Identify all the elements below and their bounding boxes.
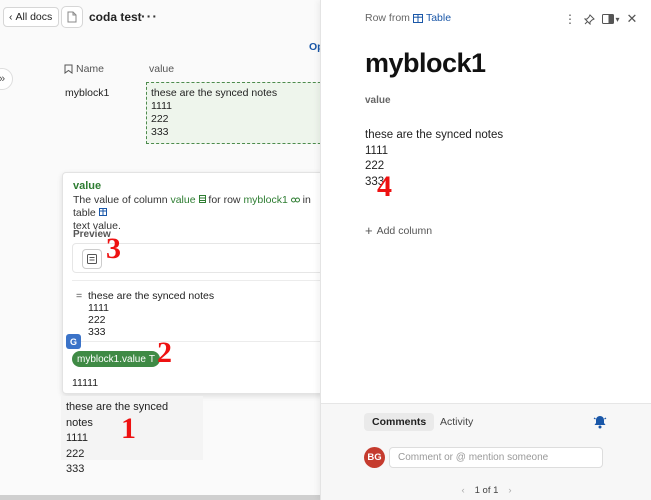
column-header-value[interactable]: value bbox=[149, 63, 174, 75]
all-docs-label: All docs bbox=[15, 11, 53, 23]
popup-description: The value of column value for row mybloc… bbox=[73, 194, 328, 233]
formula-popup: value The value of column value for row … bbox=[62, 172, 332, 394]
annotation-2: 2 bbox=[157, 336, 172, 369]
row-from-label: Row from bbox=[365, 12, 410, 24]
all-docs-button[interactable]: ‹ All docs bbox=[3, 7, 60, 27]
list-item: these are the synced notes bbox=[88, 290, 215, 302]
row-from-breadcrumb: Row from Table bbox=[365, 12, 451, 24]
preview-result-list: = these are the synced notes 1111 222 33… bbox=[72, 280, 332, 342]
table-cell-name[interactable]: myblock1 bbox=[65, 87, 109, 99]
text-preview-icon[interactable] bbox=[82, 249, 102, 269]
table-link[interactable]: Table bbox=[426, 12, 451, 24]
field-label-value: value bbox=[365, 95, 391, 106]
desc-text: The value of column bbox=[73, 194, 171, 206]
doc-title[interactable]: coda test bbox=[89, 10, 142, 24]
chevron-left-icon: ‹ bbox=[9, 11, 13, 23]
text-line: 333 bbox=[66, 463, 85, 475]
annotation-4: 4 bbox=[377, 170, 392, 203]
desc-text: for row bbox=[205, 194, 244, 206]
cell-line: 222 bbox=[151, 113, 169, 125]
more-vertical-icon[interactable]: ⋮ bbox=[564, 12, 576, 26]
annotation-3: 3 bbox=[106, 232, 121, 265]
table-icon bbox=[412, 13, 423, 23]
text-line: 222 bbox=[66, 447, 85, 460]
pager-next-button[interactable]: › bbox=[508, 485, 511, 496]
tab-comments[interactable]: Comments bbox=[364, 413, 435, 431]
column-header-name[interactable]: Name bbox=[64, 63, 104, 75]
cell-line: 1111 bbox=[151, 100, 173, 112]
row-title[interactable]: myblock1 bbox=[365, 48, 486, 79]
expand-sidebar-icon[interactable]: » bbox=[0, 68, 13, 90]
horizontal-scrollbar[interactable] bbox=[0, 495, 320, 500]
comment-input[interactable]: Comment or @ mention someone bbox=[389, 447, 603, 468]
comment-placeholder: Comment or @ mention someone bbox=[398, 452, 549, 463]
more-options-icon[interactable]: ··· bbox=[141, 8, 158, 24]
annotation-1: 1 bbox=[121, 412, 136, 445]
formula-result: 11111 bbox=[72, 377, 99, 389]
row-reference: myblock1 bbox=[243, 194, 288, 206]
pager: ‹ 1 of 1 › bbox=[321, 485, 651, 496]
translate-icon[interactable]: G bbox=[66, 334, 81, 349]
text-type-icon: T bbox=[148, 353, 156, 365]
column-reference: value bbox=[170, 194, 196, 206]
document-icon[interactable] bbox=[61, 6, 83, 28]
bookmark-icon bbox=[64, 64, 73, 74]
link-icon bbox=[290, 197, 300, 203]
notification-bell-icon[interactable] bbox=[592, 414, 608, 430]
list-item: 1111 bbox=[88, 302, 110, 314]
avatar: BG bbox=[364, 447, 385, 468]
pager-prev-button[interactable]: ‹ bbox=[461, 485, 464, 496]
formula-chip[interactable]: myblock1.value T bbox=[72, 351, 161, 367]
plus-icon: + bbox=[365, 223, 373, 238]
list-item: 333 bbox=[88, 326, 106, 338]
field-line: 1111 bbox=[365, 144, 389, 157]
add-column-button[interactable]: + Add column bbox=[365, 223, 432, 238]
popup-title: value bbox=[73, 180, 102, 192]
comments-section: Comments Activity BG Comment or @ mentio… bbox=[321, 403, 651, 500]
equals-sign: = bbox=[76, 290, 83, 302]
tab-activity[interactable]: Activity bbox=[440, 416, 473, 428]
cell-line: these are the synced notes bbox=[151, 87, 278, 99]
column-header-name-label: Name bbox=[76, 63, 105, 75]
cell-line: 333 bbox=[151, 126, 169, 138]
layout-toggle-icon[interactable]: ▾ bbox=[600, 12, 622, 26]
list-item: 222 bbox=[88, 314, 106, 326]
row-detail-panel: Row from Table ⋮ ▾ ✕ myblock1 value thes… bbox=[320, 0, 651, 500]
pin-icon[interactable] bbox=[582, 12, 596, 26]
column-icon bbox=[198, 195, 206, 203]
pager-label: 1 of 1 bbox=[474, 485, 499, 496]
add-column-label: Add column bbox=[376, 224, 433, 237]
table-icon bbox=[98, 208, 107, 216]
field-line: these are the synced notes bbox=[365, 129, 504, 141]
formula-chip-label: myblock1.value bbox=[77, 353, 146, 365]
table-cell-value[interactable]: these are the synced notes 1111 222 333 bbox=[146, 82, 336, 144]
close-icon[interactable]: ✕ bbox=[626, 11, 638, 26]
